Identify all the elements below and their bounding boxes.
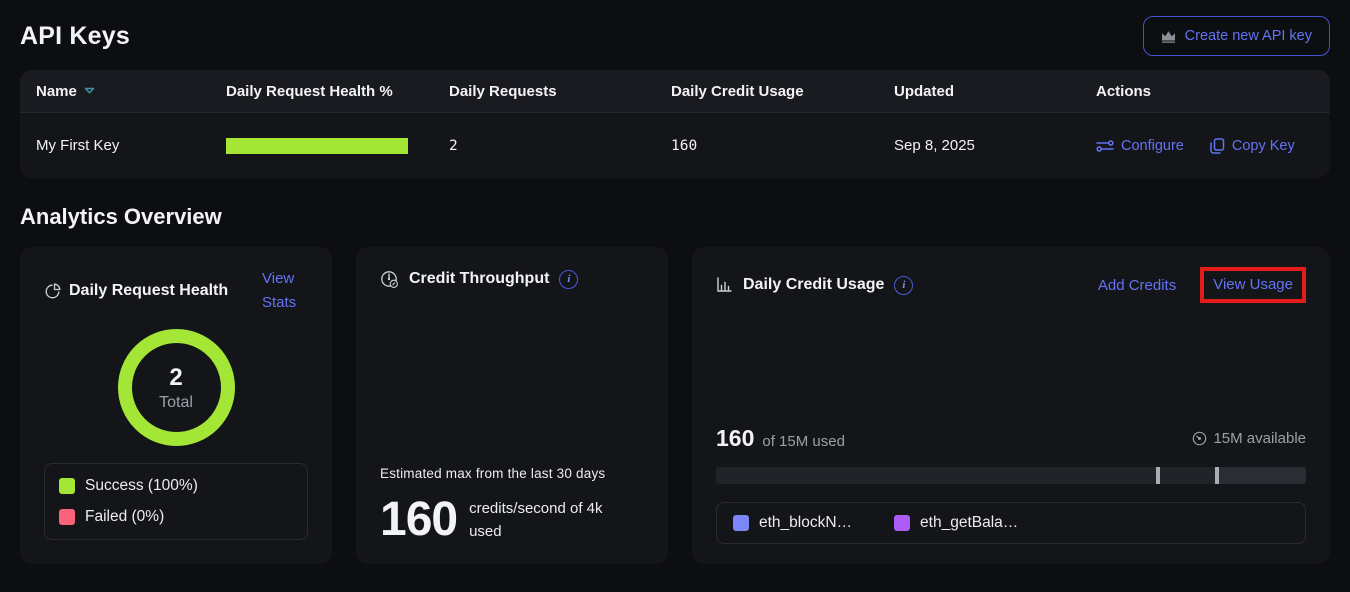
view-usage-link[interactable]: View Usage — [1213, 276, 1293, 293]
copy-key-button[interactable]: Copy Key — [1210, 138, 1295, 154]
create-api-key-label: Create new API key — [1185, 28, 1312, 44]
health-bar-cell — [226, 138, 449, 154]
card-title-credit-throughput: Credit Throughput — [409, 267, 549, 291]
credits-available-label: 15M available — [1213, 430, 1306, 447]
bar-chart-icon — [716, 277, 733, 293]
sliders-icon — [1096, 139, 1114, 153]
usage-legend: eth_blockN… eth_getBala… — [716, 502, 1306, 544]
column-header-health: Daily Request Health % — [226, 83, 449, 100]
crown-icon — [1161, 30, 1176, 43]
view-stats-link[interactable]: View Stats — [262, 267, 308, 315]
daily-request-health-card: Daily Request Health View Stats 2 Total … — [20, 247, 332, 564]
credit-usage-progress-bar — [716, 467, 1306, 484]
throughput-unit: credits/second of 4k used — [469, 497, 634, 544]
progress-tick-1 — [1156, 467, 1160, 484]
gauge-icon — [380, 270, 399, 289]
credits-used-label: of 15M used — [762, 433, 845, 450]
success-swatch — [59, 478, 75, 494]
analytics-overview-title: Analytics Overview — [20, 204, 1330, 230]
configure-button[interactable]: Configure — [1096, 138, 1184, 154]
api-key-name: My First Key — [36, 137, 226, 154]
legend-item-failed: Failed (0%) — [59, 508, 293, 526]
analytics-cards: Daily Request Health View Stats 2 Total … — [20, 247, 1330, 564]
request-health-donut-chart: 2 Total — [118, 329, 235, 446]
sort-chevron-icon — [84, 87, 95, 95]
api-keys-table: Name Daily Request Health % Daily Reques… — [20, 70, 1330, 178]
throughput-subtitle: Estimated max from the last 30 days — [380, 466, 644, 481]
progress-tick-2 — [1215, 467, 1219, 484]
page-title: API Keys — [20, 22, 130, 51]
daily-credit-usage-card: Daily Credit Usage i Add Credits View Us… — [692, 247, 1330, 564]
table-row: My First Key 2 160 Sep 8, 2025 Configure… — [20, 112, 1330, 178]
legend-item-eth-getbalance: eth_getBala… — [894, 514, 1018, 532]
column-header-daily-requests: Daily Requests — [449, 83, 671, 100]
column-header-updated: Updated — [894, 83, 1096, 100]
daily-requests-value: 2 — [449, 138, 671, 154]
card-title-daily-request-health: Daily Request Health — [69, 279, 228, 303]
health-bar — [226, 138, 408, 154]
failed-swatch — [59, 509, 75, 525]
create-api-key-button[interactable]: Create new API key — [1143, 16, 1330, 56]
column-header-name[interactable]: Name — [36, 83, 226, 100]
pie-chart-icon — [44, 283, 61, 300]
donut-total-value: 2 — [169, 364, 182, 392]
actions-cell: Configure Copy Key — [1096, 138, 1314, 154]
topbar: API Keys Create new API key — [0, 0, 1350, 70]
updated-value: Sep 8, 2025 — [894, 137, 1096, 154]
column-header-actions: Actions — [1096, 83, 1314, 100]
eth-blocknumber-swatch — [733, 515, 749, 531]
table-header-row: Name Daily Request Health % Daily Reques… — [20, 70, 1330, 112]
add-credits-link[interactable]: Add Credits — [1098, 277, 1176, 294]
info-icon[interactable]: i — [894, 276, 913, 295]
legend-item-success: Success (100%) — [59, 477, 293, 495]
column-header-daily-credit-usage: Daily Credit Usage — [671, 83, 894, 100]
credit-throughput-card: Credit Throughput i Estimated max from t… — [356, 247, 668, 564]
daily-credit-usage-value: 160 — [671, 138, 894, 154]
throughput-value: 160 — [380, 496, 457, 544]
eth-getbalance-swatch — [894, 515, 910, 531]
donut-total-label: Total — [159, 394, 193, 412]
credits-used-value: 160 — [716, 425, 754, 452]
legend-item-eth-blocknumber: eth_blockN… — [733, 514, 852, 532]
gauge-small-icon — [1192, 431, 1207, 446]
health-legend: Success (100%) Failed (0%) — [44, 463, 308, 540]
card-title-daily-credit-usage: Daily Credit Usage — [743, 273, 884, 297]
info-icon[interactable]: i — [559, 270, 578, 289]
annotation-highlight-box: View Usage — [1200, 267, 1306, 303]
copy-icon — [1210, 138, 1225, 154]
